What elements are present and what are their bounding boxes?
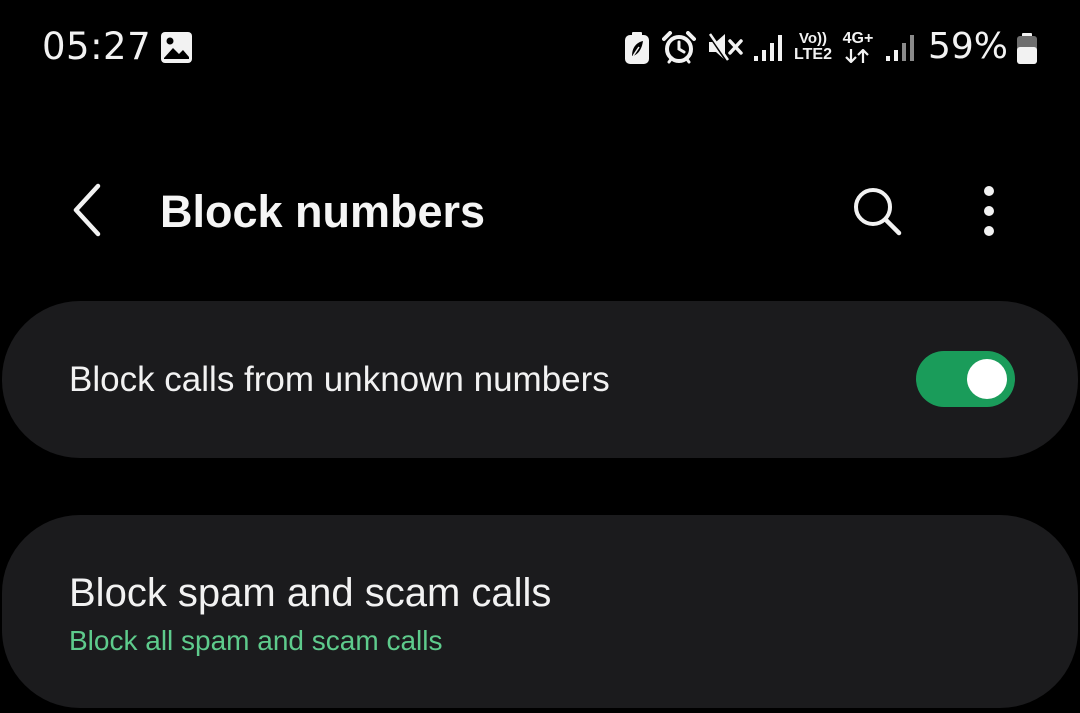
setting-block-spam-calls[interactable]: Block spam and scam calls Block all spam…	[2, 515, 1078, 708]
setting-description: Block all spam and scam calls	[69, 625, 443, 656]
search-icon	[850, 184, 904, 242]
lte-label: LTE2	[794, 46, 832, 63]
mute-icon	[706, 32, 743, 66]
battery-saver-icon	[624, 32, 650, 68]
setting-block-unknown-numbers[interactable]: Block calls from unknown numbers	[2, 301, 1078, 458]
search-button[interactable]	[842, 178, 912, 248]
app-bar: Block numbers	[0, 160, 1080, 265]
more-options-button[interactable]	[958, 178, 1020, 248]
status-time: 05:27	[42, 25, 152, 68]
volte-label: Vo))	[798, 30, 828, 47]
gallery-icon	[160, 31, 193, 64]
back-icon	[68, 182, 108, 242]
status-bar: 05:27 Vo)) LTE2 4G+ 59%	[0, 0, 1080, 95]
network-type-label: 4G+	[842, 30, 874, 47]
alarm-icon	[662, 31, 696, 69]
signal-icon	[886, 34, 914, 65]
more-options-icon	[982, 185, 996, 241]
signal-icon	[754, 34, 784, 65]
back-button[interactable]	[58, 180, 118, 244]
battery-icon	[1016, 33, 1038, 69]
data-activity-icon	[844, 48, 870, 67]
setting-label: Block spam and scam calls	[69, 571, 552, 615]
battery-percent: 59%	[928, 26, 1009, 67]
setting-label: Block calls from unknown numbers	[69, 360, 610, 399]
block-unknown-toggle[interactable]	[916, 351, 1015, 407]
page-title: Block numbers	[160, 186, 486, 237]
toggle-knob	[967, 359, 1007, 399]
